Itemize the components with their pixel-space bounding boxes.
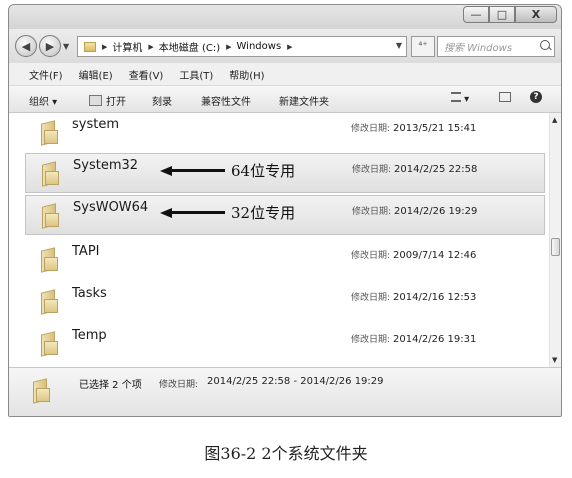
breadcrumb-computer[interactable]: ▶ 计算机 xyxy=(102,39,143,55)
folder-icon xyxy=(39,289,59,315)
file-modified: 修改日期: 2013/5/21 15:41 xyxy=(351,121,476,134)
annotation-text: 32位专用 xyxy=(231,204,296,222)
breadcrumb-label: 计算机 xyxy=(112,43,143,54)
maximize-button[interactable]: □ xyxy=(489,6,515,23)
folder-icon xyxy=(39,331,59,357)
modified-label: 修改日期: xyxy=(351,251,391,261)
file-row[interactable]: TAPI 修改日期: 2009/7/14 12:46 xyxy=(25,239,545,279)
modified-value: 2014/2/26 19:29 xyxy=(394,206,478,217)
address-dropdown-icon[interactable]: ▼ xyxy=(396,41,402,50)
menu-edit[interactable]: 编辑(E) xyxy=(79,67,113,82)
file-name: Temp xyxy=(72,328,107,343)
modified-value: 2013/5/21 15:41 xyxy=(393,123,477,134)
file-modified: 修改日期: 2009/7/14 12:46 xyxy=(351,248,476,261)
modified-label: 修改日期: xyxy=(352,207,392,217)
file-name: system xyxy=(72,117,119,132)
file-name: SysWOW64 xyxy=(73,200,149,215)
menu-help[interactable]: 帮助(H) xyxy=(229,67,264,82)
folder-icon xyxy=(39,120,59,146)
modified-value: 2014/2/16 12:53 xyxy=(393,292,477,303)
modified-value: 2009/7/14 12:46 xyxy=(393,250,477,261)
title-bar[interactable]: — □ X xyxy=(9,5,561,29)
file-modified: 修改日期: 2014/2/26 19:29 xyxy=(352,204,477,217)
details-date-range: 2014/2/25 22:58 - 2014/2/26 19:29 xyxy=(207,376,384,387)
file-modified: 修改日期: 2014/2/16 12:53 xyxy=(351,290,476,303)
command-bar: 组织 ▾ 打开 刻录 兼容性文件 新建文件夹 ▾ ? xyxy=(9,86,561,113)
open-button[interactable]: 打开 xyxy=(89,93,126,108)
menu-tools[interactable]: 工具(T) xyxy=(179,67,213,82)
breadcrumb-windows[interactable]: ▶ Windows ▶ xyxy=(226,41,297,52)
organize-button[interactable]: 组织 ▾ xyxy=(29,93,57,108)
breadcrumb-label: Windows xyxy=(236,41,282,52)
chevron-right-icon: ▶ xyxy=(226,42,232,51)
scroll-down-icon[interactable]: ▼ xyxy=(552,356,557,364)
file-name: Tasks xyxy=(72,286,107,301)
file-name: System32 xyxy=(73,158,139,173)
file-row[interactable]: system 修改日期: 2013/5/21 15:41 xyxy=(25,113,545,153)
details-pane: 已选择 2 个项 修改日期: 2014/2/25 22:58 - 2014/2/… xyxy=(9,367,561,416)
open-icon xyxy=(89,95,102,106)
file-row[interactable]: System32 64位专用 修改日期: 2014/2/25 22:58 xyxy=(25,153,545,193)
selection-count: 已选择 2 个项 xyxy=(79,380,142,391)
modified-value: 2014/2/26 19:31 xyxy=(393,334,477,345)
modified-label: 修改日期: xyxy=(351,124,391,134)
open-label: 打开 xyxy=(106,97,126,108)
figure-caption: 图36-2 2个系统文件夹 xyxy=(204,444,368,463)
scrollbar-thumb[interactable] xyxy=(551,238,560,256)
caption-buttons: — □ X xyxy=(463,6,557,23)
address-row: ◀ ▶ ▼ ▶ 计算机 ▶ 本地磁盘 (C:) ▶ Windows ▶ ▼ ⁴⁺ 搜索 … xyxy=(9,29,561,63)
folder-icon xyxy=(40,203,60,229)
chevron-right-icon: ▶ xyxy=(148,42,154,51)
explorer-window: — □ X ◀ ▶ ▼ ▶ 计算机 ▶ 本地磁盘 (C:) ▶ Windows ▶ ▼ … xyxy=(8,4,562,417)
address-bar[interactable]: ▶ 计算机 ▶ 本地磁盘 (C:) ▶ Windows ▶ ▼ xyxy=(77,36,407,57)
chevron-right-icon: ▶ xyxy=(287,42,293,51)
modified-label: 修改日期: xyxy=(351,293,391,303)
breadcrumb-label: 本地磁盘 (C:) xyxy=(158,43,221,54)
folder-icon xyxy=(31,378,51,404)
folder-icon xyxy=(84,41,96,52)
breadcrumb-local-disk[interactable]: ▶ 本地磁盘 (C:) xyxy=(148,39,221,55)
close-button[interactable]: X xyxy=(515,6,557,23)
search-placeholder: 搜索 Windows xyxy=(444,43,513,54)
file-row[interactable]: Tasks 修改日期: 2014/2/16 12:53 xyxy=(25,281,545,321)
file-modified: 修改日期: 2014/2/26 19:31 xyxy=(351,332,476,345)
search-input[interactable]: 搜索 Windows xyxy=(437,36,555,57)
modified-value: 2014/2/25 22:58 xyxy=(394,164,478,175)
modified-label: 修改日期: xyxy=(351,335,391,345)
annotation: 32位专用 xyxy=(160,202,295,223)
file-modified: 修改日期: 2014/2/25 22:58 xyxy=(352,162,477,175)
minimize-button[interactable]: — xyxy=(463,6,489,23)
folder-icon xyxy=(39,247,59,273)
arrow-left-icon xyxy=(160,165,172,176)
annotation-text: 64位专用 xyxy=(231,162,296,180)
file-list: system 修改日期: 2013/5/21 15:41 System32 64位… xyxy=(9,113,549,367)
menu-view[interactable]: 查看(V) xyxy=(129,67,164,82)
file-row[interactable]: SysWOW64 32位专用 修改日期: 2014/2/26 19:29 xyxy=(25,195,545,235)
details-date-label: 修改日期: xyxy=(159,380,199,390)
compat-files-button[interactable]: 兼容性文件 xyxy=(201,93,251,108)
forward-arrow-icon[interactable]: ▶ xyxy=(39,35,61,57)
modified-label: 修改日期: xyxy=(352,165,392,175)
burn-button[interactable]: 刻录 xyxy=(152,93,172,108)
preview-pane-icon[interactable] xyxy=(499,92,511,105)
help-icon[interactable]: ? xyxy=(530,91,542,103)
annotation: 64位专用 xyxy=(160,160,295,181)
menu-file[interactable]: 文件(F) xyxy=(29,67,63,82)
back-arrow-icon[interactable]: ◀ xyxy=(15,35,37,57)
scroll-up-icon[interactable]: ▲ xyxy=(552,116,557,124)
new-folder-button[interactable]: 新建文件夹 xyxy=(279,93,329,108)
file-name: TAPI xyxy=(72,244,100,259)
folder-icon xyxy=(40,161,60,187)
menu-bar: 文件(F) 编辑(E) 查看(V) 工具(T) 帮助(H) xyxy=(9,63,561,86)
view-options-icon[interactable]: ▾ xyxy=(451,92,469,105)
vertical-scrollbar[interactable]: ▲ ▼ xyxy=(549,113,561,367)
arrow-left-icon xyxy=(160,207,172,218)
refresh-button[interactable]: ⁴⁺ xyxy=(411,36,435,57)
file-row[interactable]: Temp 修改日期: 2014/2/26 19:31 xyxy=(25,323,545,363)
search-icon[interactable] xyxy=(540,40,550,50)
recent-pages-dropdown-icon[interactable]: ▼ xyxy=(63,42,69,51)
chevron-right-icon: ▶ xyxy=(102,42,108,51)
